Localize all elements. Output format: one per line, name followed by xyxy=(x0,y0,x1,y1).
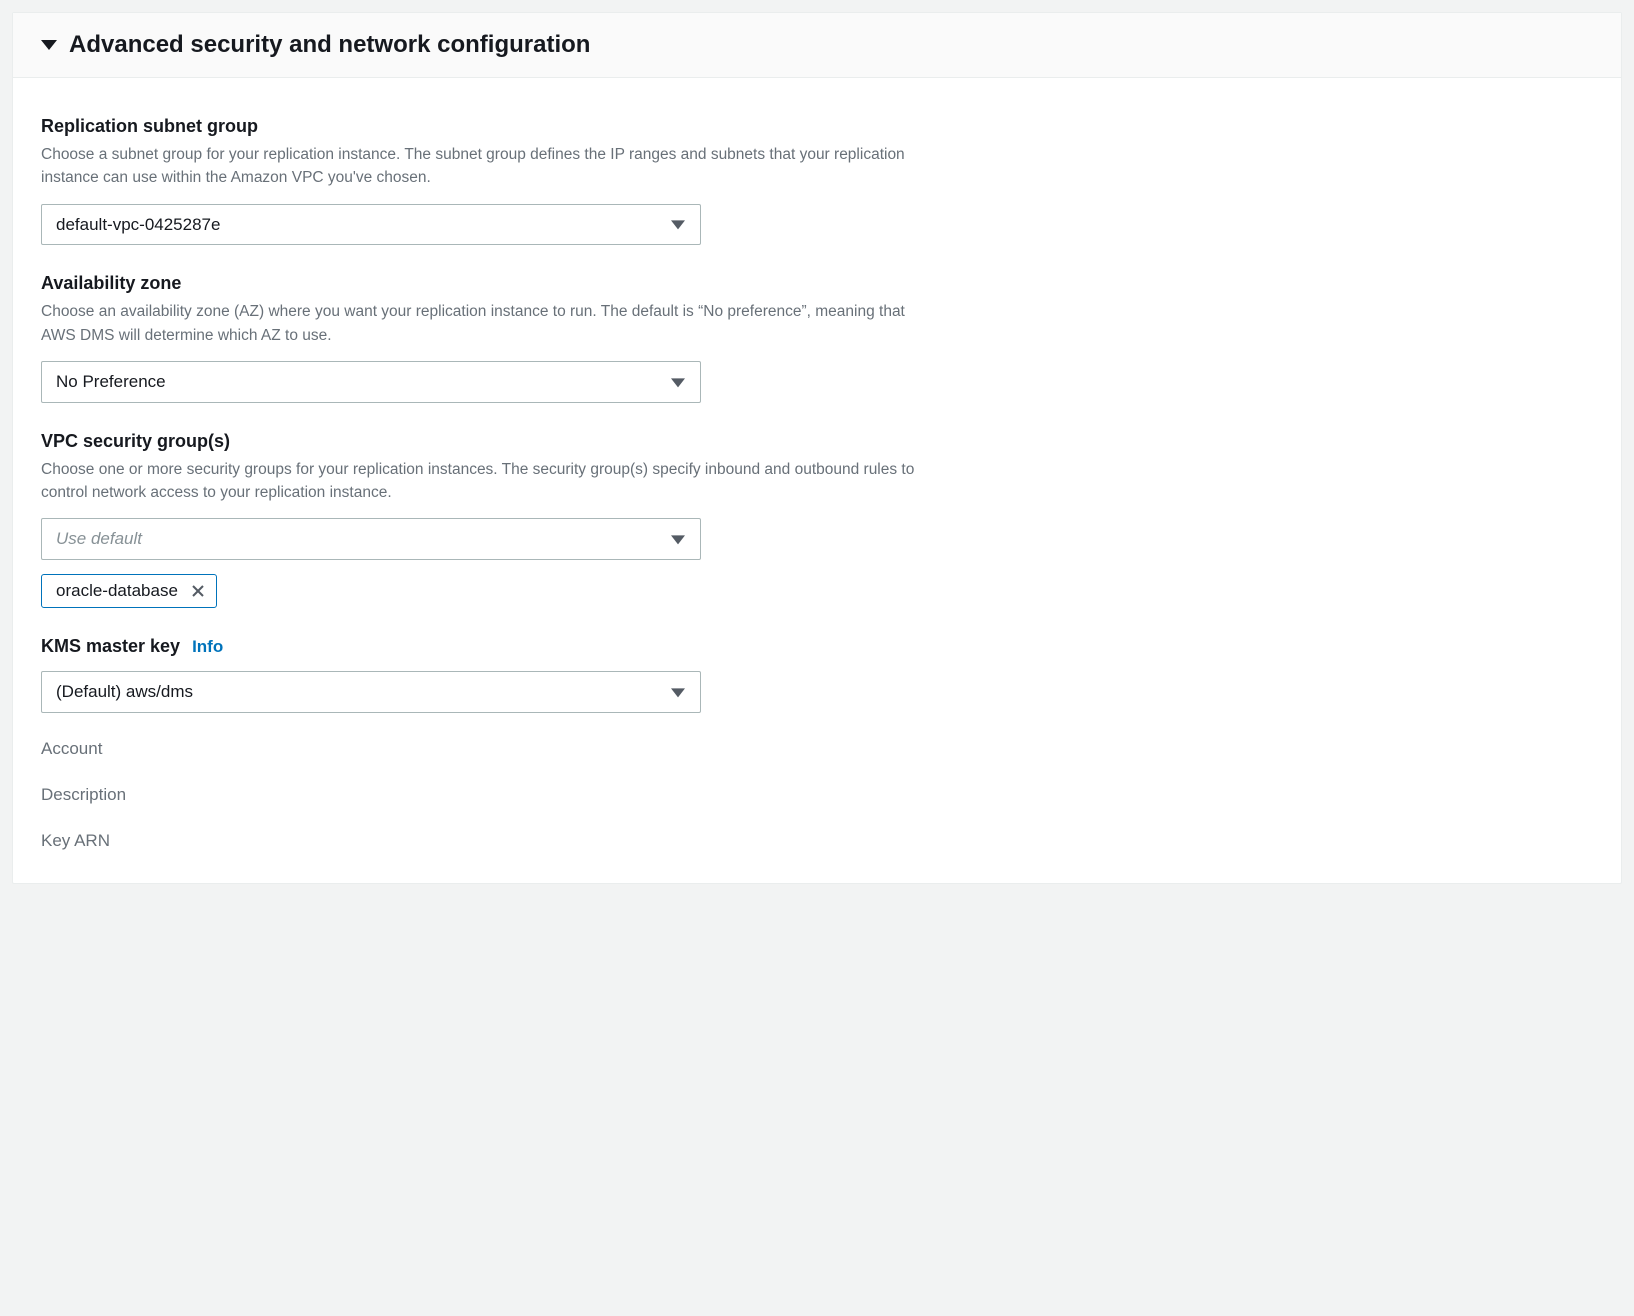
sg-tag-oracle-database: oracle-database xyxy=(41,574,217,608)
kms-select[interactable]: (Default) aws/dms xyxy=(41,671,701,713)
az-select[interactable]: No Preference xyxy=(41,361,701,403)
sg-desc: Choose one or more security groups for y… xyxy=(41,458,921,505)
config-panel: Advanced security and network configurat… xyxy=(12,12,1622,884)
section-title: Advanced security and network configurat… xyxy=(69,31,590,59)
kms-account-label: Account xyxy=(41,739,1593,759)
close-icon xyxy=(190,583,206,599)
sg-label: VPC security group(s) xyxy=(41,431,941,452)
caret-down-icon xyxy=(41,40,57,50)
kms-label: KMS master key xyxy=(41,636,180,657)
subnet-group-label: Replication subnet group xyxy=(41,116,941,137)
kms-key-arn-label: Key ARN xyxy=(41,831,1593,851)
sg-tag-label: oracle-database xyxy=(56,581,178,601)
section-body: Replication subnet group Choose a subnet… xyxy=(13,78,1621,883)
field-kms-key: KMS master key Info (Default) aws/dms xyxy=(41,636,941,713)
subnet-group-desc: Choose a subnet group for your replicati… xyxy=(41,143,921,190)
kms-description-label: Description xyxy=(41,785,1593,805)
section-toggle[interactable]: Advanced security and network configurat… xyxy=(13,13,1621,78)
subnet-group-select[interactable]: default-vpc-0425287e xyxy=(41,204,701,246)
field-availability-zone: Availability zone Choose an availability… xyxy=(41,273,941,402)
field-subnet-group: Replication subnet group Choose a subnet… xyxy=(41,116,941,245)
az-desc: Choose an availability zone (AZ) where y… xyxy=(41,300,921,347)
remove-tag-button[interactable] xyxy=(190,583,206,599)
field-security-groups: VPC security group(s) Choose one or more… xyxy=(41,431,941,608)
sg-select[interactable]: Use default xyxy=(41,518,701,560)
az-label: Availability zone xyxy=(41,273,941,294)
kms-info-link[interactable]: Info xyxy=(192,637,223,657)
